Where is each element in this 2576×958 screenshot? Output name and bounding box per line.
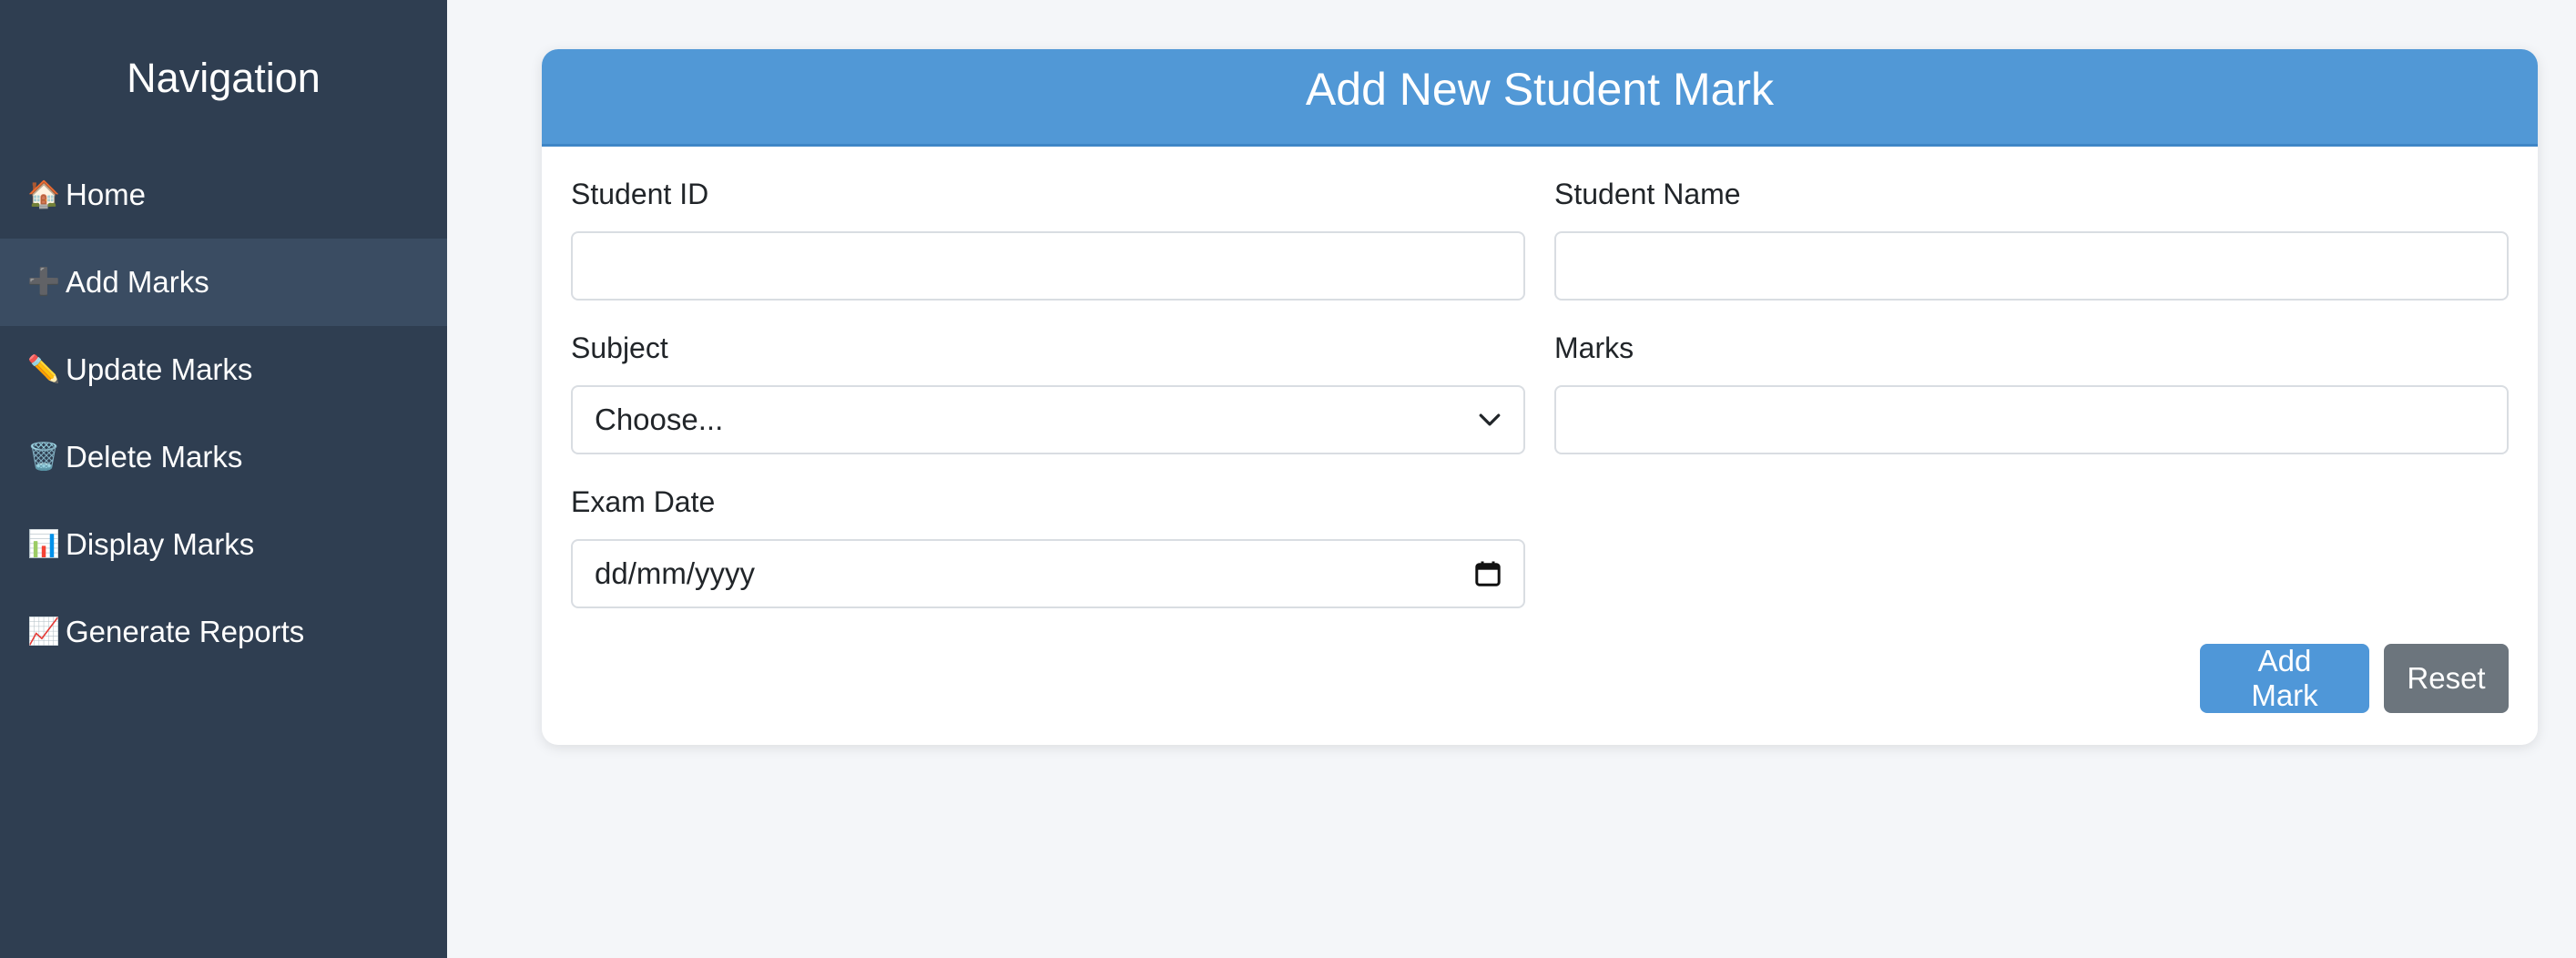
form-row: Subject Choose... Marks [571,301,2509,454]
sidebar-item-display-marks[interactable]: 📊 Display Marks [0,501,447,588]
form-actions: Add Mark Reset [2200,644,2509,713]
exam-date-group: Exam Date dd/mm/yyyy [571,454,1525,608]
sidebar: Navigation 🏠 Home ➕ Add Marks ✏️ Update … [0,0,447,958]
sidebar-item-generate-reports[interactable]: 📈 Generate Reports [0,588,447,676]
pencil-icon: ✏️ [27,355,61,384]
bar-chart-icon: 📊 [27,530,61,559]
marks-input[interactable] [1578,387,2485,453]
home-icon: 🏠 [27,180,61,209]
sidebar-item-add-marks[interactable]: ➕ Add Marks [0,239,447,326]
add-mark-button[interactable]: Add Mark [2200,644,2369,713]
add-mark-form: Student ID Student Name Subject Choose..… [542,147,2538,745]
student-id-input[interactable] [595,233,1502,299]
marks-group: Marks [1554,301,2509,454]
sidebar-item-label: Update Marks [66,352,253,386]
sidebar-title: Navigation [127,55,321,101]
sidebar-item-label: Delete Marks [66,440,243,474]
student-id-field[interactable] [571,231,1525,301]
subject-select[interactable]: Choose... [571,385,1525,454]
student-name-label: Student Name [1554,178,1741,210]
subject-group: Subject Choose... [571,301,1525,454]
card-title: Add New Student Mark [542,49,2538,147]
sidebar-item-update-marks[interactable]: ✏️ Update Marks [0,326,447,413]
sidebar-item-home[interactable]: 🏠 Home [0,151,447,239]
trash-icon: 🗑️ [27,443,61,472]
student-name-field[interactable] [1554,231,2509,301]
student-name-input[interactable] [1578,233,2485,299]
sidebar-item-delete-marks[interactable]: 🗑️ Delete Marks [0,413,447,501]
sidebar-item-label: Generate Reports [66,615,305,648]
app-layout: Navigation 🏠 Home ➕ Add Marks ✏️ Update … [0,0,2576,958]
marks-field[interactable] [1554,385,2509,454]
reset-button[interactable]: Reset [2384,644,2509,713]
main-content: Add New Student Mark Student ID Student … [447,0,2576,958]
form-row: Student ID Student Name [571,147,2509,301]
add-mark-card: Add New Student Mark Student ID Student … [542,49,2538,745]
student-id-label: Student ID [571,178,709,210]
sidebar-item-label: Display Marks [66,527,255,561]
exam-date-field[interactable]: dd/mm/yyyy [571,539,1525,608]
calendar-icon[interactable] [1474,560,1502,587]
form-row: Exam Date dd/mm/yyyy [571,454,2509,608]
subject-selected-value: Choose... [595,403,724,436]
trending-chart-icon: 📈 [27,617,61,647]
marks-label: Marks [1554,331,1634,364]
sidebar-item-label: Add Marks [66,265,209,299]
chevron-down-icon [1479,413,1501,426]
student-id-group: Student ID [571,147,1525,301]
subject-label: Subject [571,331,668,364]
exam-date-placeholder: dd/mm/yyyy [595,556,756,590]
sidebar-item-label: Home [66,178,147,211]
student-name-group: Student Name [1554,147,2509,301]
plus-icon: ➕ [27,268,61,297]
exam-date-label: Exam Date [571,485,716,518]
